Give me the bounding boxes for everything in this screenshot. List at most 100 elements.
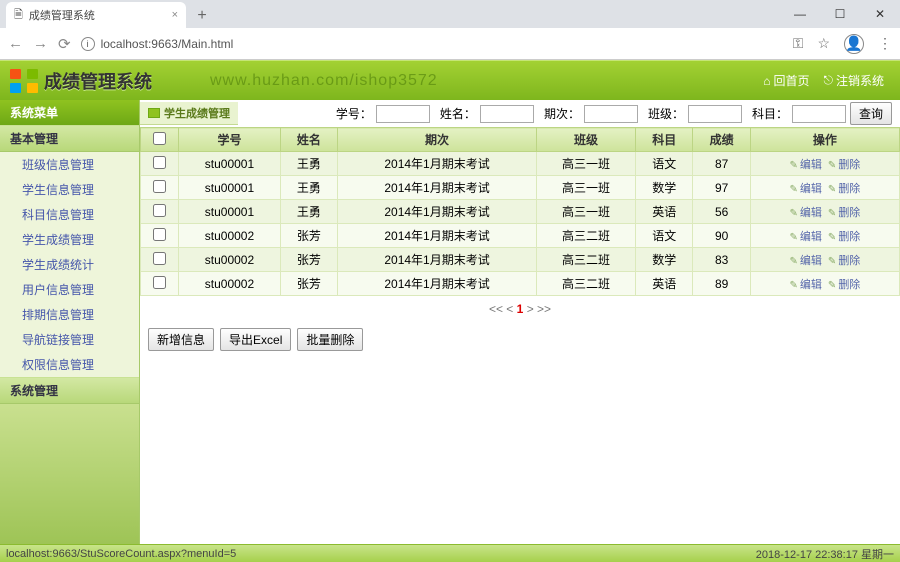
cell: 数学 [636, 248, 693, 272]
sidebar-item-7[interactable]: 导航链接管理 [0, 327, 139, 352]
reload-button[interactable]: ⟳ [58, 35, 71, 53]
input-sno[interactable] [376, 105, 430, 123]
site-info-icon[interactable]: i [81, 37, 95, 51]
content-area: 学生成绩管理 学号： 姓名： 期次： 班级： 科目： 查询 学号姓名期次班级科目… [140, 100, 900, 544]
col-header: 学号 [179, 128, 281, 152]
input-class[interactable] [688, 105, 742, 123]
home-link[interactable]: ⌂ 回首页 [763, 72, 809, 89]
col-header [141, 128, 179, 152]
search-button[interactable]: 查询 [850, 102, 892, 125]
cell: 英语 [636, 272, 693, 296]
logout-link[interactable]: ⎋ 注销系统 [823, 72, 884, 89]
status-bar: localhost:9663/StuScoreCount.aspx?menuId… [0, 544, 900, 562]
label-subj: 科目： [752, 105, 788, 122]
close-tab-icon[interactable]: × [172, 9, 178, 21]
watermark-text: www.huzhan.com/ishop3572 [210, 72, 438, 90]
panel-title: 学生成绩管理 [140, 102, 238, 125]
browser-tab[interactable]: 🗎 成绩管理系统 × [6, 2, 186, 28]
delete-link[interactable]: 删除 [828, 279, 860, 291]
sidebar-item-3[interactable]: 学生成绩管理 [0, 227, 139, 252]
sidebar-item-6[interactable]: 排期信息管理 [0, 302, 139, 327]
pager-last[interactable]: >> [537, 302, 551, 316]
cell: 张芳 [280, 272, 337, 296]
cell: 2014年1月期末考试 [338, 224, 537, 248]
forward-button[interactable]: → [33, 35, 48, 52]
edit-link[interactable]: 编辑 [790, 159, 822, 171]
cell [141, 152, 179, 176]
sidebar-group-basic[interactable]: 基本管理 [0, 125, 139, 152]
edit-link[interactable]: 编辑 [790, 207, 822, 219]
edit-link[interactable]: 编辑 [790, 279, 822, 291]
cell: 高三一班 [536, 176, 635, 200]
menu-icon[interactable]: ⋮ [878, 35, 892, 52]
edit-link[interactable]: 编辑 [790, 255, 822, 267]
col-header: 成绩 [693, 128, 750, 152]
status-right: 2018-12-17 22:38:17 星期一 [756, 546, 894, 562]
account-icon[interactable]: 👤 [844, 34, 864, 54]
search-bar: 学号： 姓名： 期次： 班级： 科目： 查询 [238, 100, 900, 127]
sidebar-item-1[interactable]: 学生信息管理 [0, 177, 139, 202]
row-checkbox[interactable] [153, 228, 166, 241]
cell: 语文 [636, 152, 693, 176]
cell: 语文 [636, 224, 693, 248]
table-row: stu00001王勇2014年1月期末考试高三一班语文87编辑删除 [141, 152, 900, 176]
delete-link[interactable]: 删除 [828, 207, 860, 219]
label-sno: 学号： [336, 105, 372, 122]
row-checkbox[interactable] [153, 156, 166, 169]
browser-toolbar: ← → ⟳ i localhost:9663/Main.html ⚿ ☆ 👤 ⋮ [0, 28, 900, 60]
cell: stu00001 [179, 200, 281, 224]
sidebar-group-system[interactable]: 系统管理 [0, 377, 139, 404]
cell: 高三一班 [536, 152, 635, 176]
window-minimize-button[interactable]: — [780, 0, 820, 28]
browser-tab-strip: 🗎 成绩管理系统 × + — ☐ ✕ [0, 0, 900, 28]
address-bar[interactable]: i localhost:9663/Main.html [81, 37, 783, 51]
cell: 编辑删除 [750, 176, 899, 200]
col-header: 科目 [636, 128, 693, 152]
delete-link[interactable]: 删除 [828, 255, 860, 267]
window-maximize-button[interactable]: ☐ [820, 0, 860, 28]
sidebar-item-4[interactable]: 学生成绩统计 [0, 252, 139, 277]
key-icon[interactable]: ⚿ [793, 35, 804, 52]
pager-prev[interactable]: < [506, 302, 513, 316]
input-term[interactable] [584, 105, 638, 123]
table-row: stu00001王勇2014年1月期末考试高三一班英语56编辑删除 [141, 200, 900, 224]
sidebar-item-2[interactable]: 科目信息管理 [0, 202, 139, 227]
input-name[interactable] [480, 105, 534, 123]
new-tab-button[interactable]: + [190, 4, 214, 28]
cell: 2014年1月期末考试 [338, 176, 537, 200]
edit-link[interactable]: 编辑 [790, 231, 822, 243]
input-subj[interactable] [792, 105, 846, 123]
cell [141, 248, 179, 272]
col-header: 姓名 [280, 128, 337, 152]
status-left: localhost:9663/StuScoreCount.aspx?menuId… [6, 548, 236, 560]
export-button[interactable]: 导出Excel [220, 328, 291, 351]
select-all-checkbox[interactable] [153, 132, 166, 145]
add-button[interactable]: 新增信息 [148, 328, 214, 351]
window-close-button[interactable]: ✕ [860, 0, 900, 28]
star-icon[interactable]: ☆ [817, 35, 830, 52]
cell: 89 [693, 272, 750, 296]
cell: 56 [693, 200, 750, 224]
score-table: 学号姓名期次班级科目成绩操作 stu00001王勇2014年1月期末考试高三一班… [140, 127, 900, 296]
row-checkbox[interactable] [153, 276, 166, 289]
col-header: 班级 [536, 128, 635, 152]
pager-next[interactable]: > [527, 302, 534, 316]
delete-link[interactable]: 删除 [828, 231, 860, 243]
row-checkbox[interactable] [153, 252, 166, 265]
row-checkbox[interactable] [153, 180, 166, 193]
cell: 编辑删除 [750, 152, 899, 176]
delete-link[interactable]: 删除 [828, 183, 860, 195]
batch-delete-button[interactable]: 批量删除 [297, 328, 363, 351]
edit-link[interactable]: 编辑 [790, 183, 822, 195]
pager-first[interactable]: << [489, 302, 503, 316]
delete-link[interactable]: 删除 [828, 159, 860, 171]
sidebar-item-8[interactable]: 权限信息管理 [0, 352, 139, 377]
sidebar-item-5[interactable]: 用户信息管理 [0, 277, 139, 302]
cell: 编辑删除 [750, 224, 899, 248]
label-name: 姓名： [440, 105, 476, 122]
row-checkbox[interactable] [153, 204, 166, 217]
cell [141, 272, 179, 296]
sidebar-item-0[interactable]: 班级信息管理 [0, 152, 139, 177]
back-button[interactable]: ← [8, 35, 23, 52]
table-row: stu00002张芳2014年1月期末考试高三二班语文90编辑删除 [141, 224, 900, 248]
